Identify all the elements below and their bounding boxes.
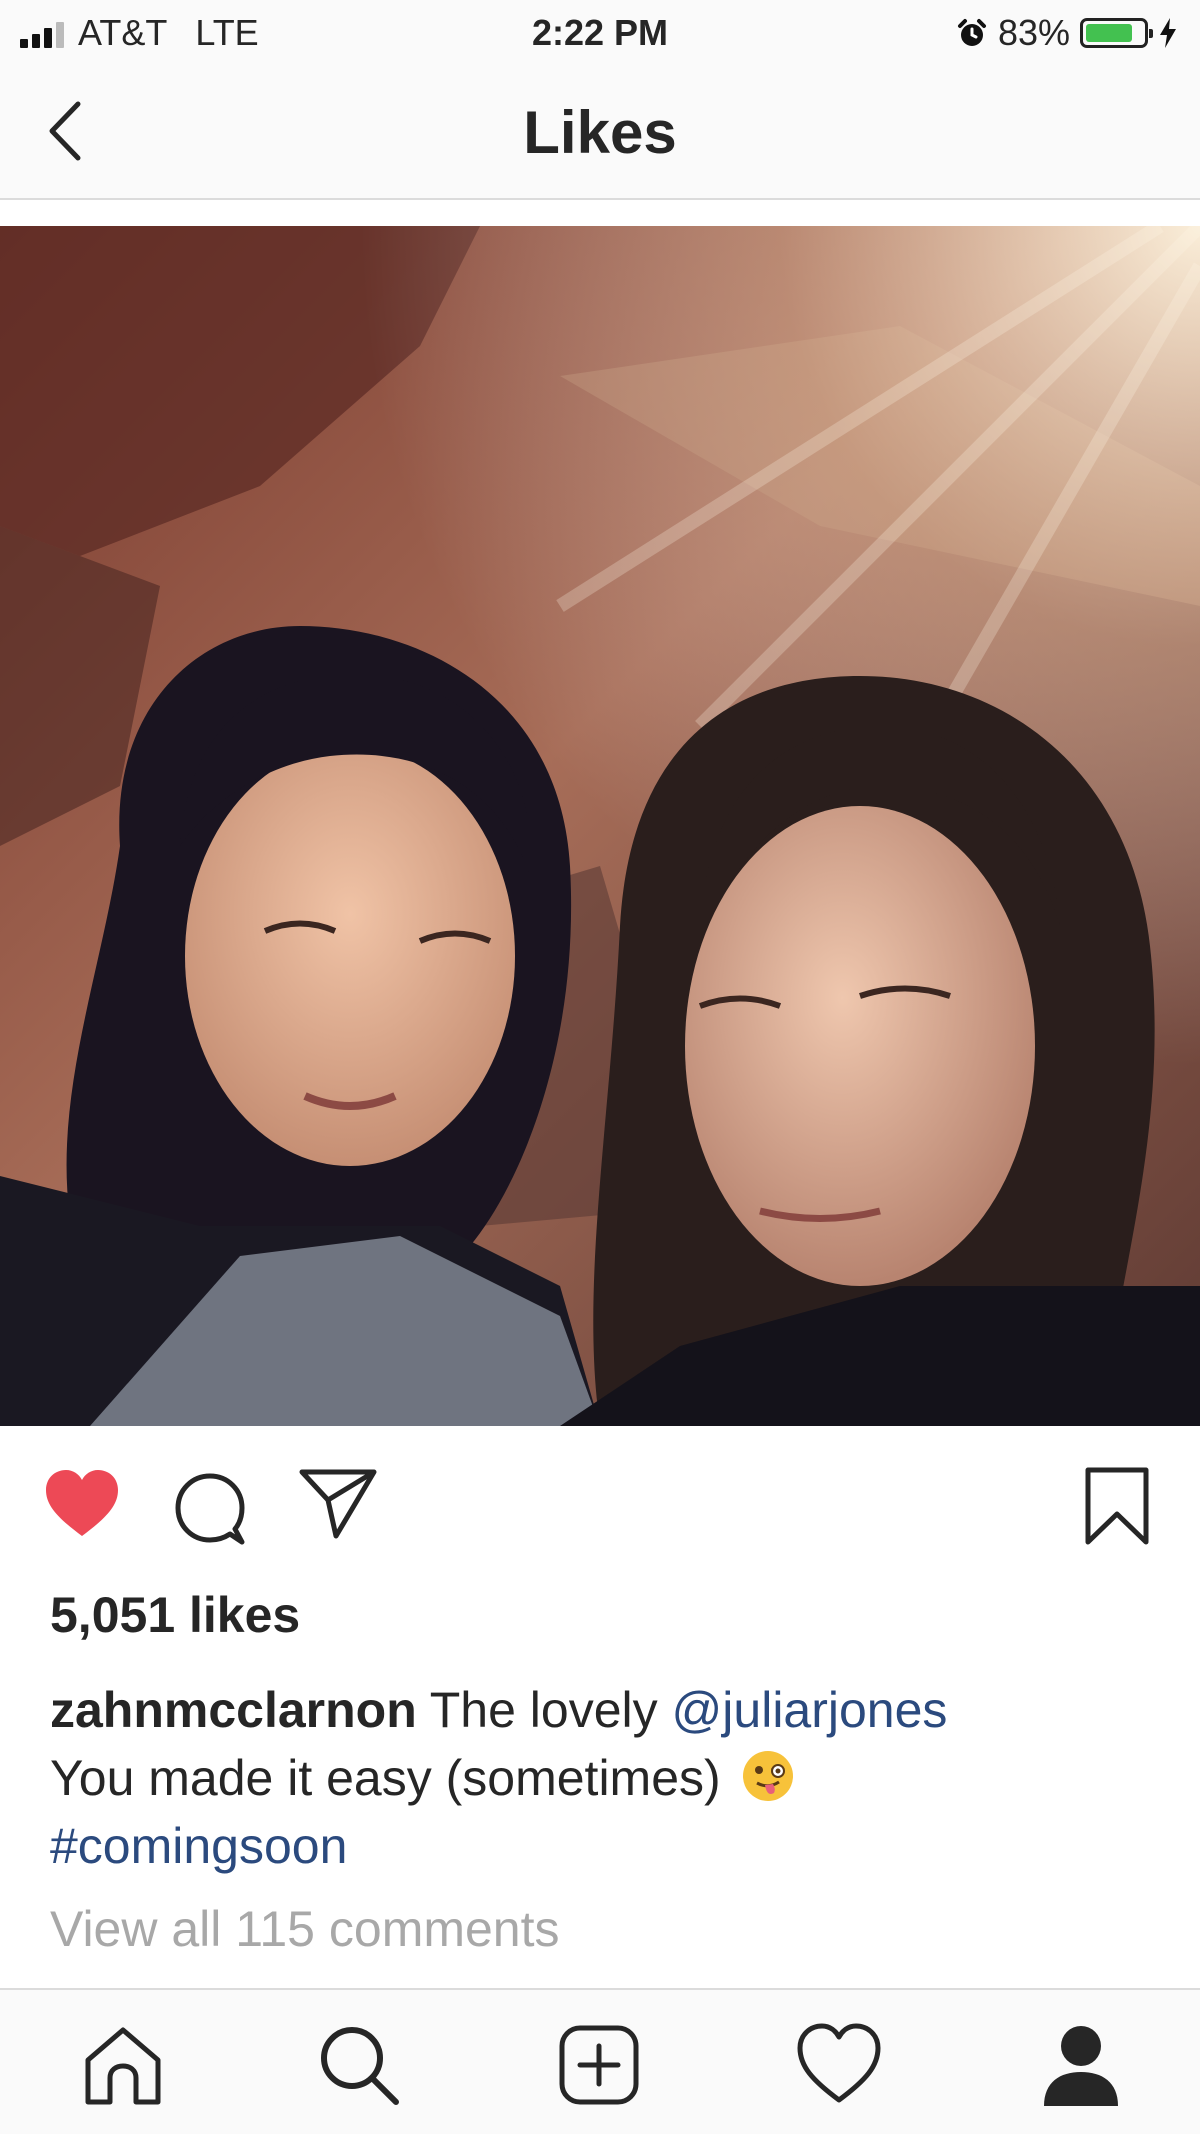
add-icon[interactable]	[554, 2020, 644, 2110]
likes-count[interactable]: 5,051 likes	[50, 1586, 300, 1644]
photo-illustration	[0, 226, 1200, 1426]
caption-hashtag[interactable]: #comingsoon	[50, 1818, 347, 1874]
caption-line2: You made it easy (sometimes)	[50, 1750, 721, 1806]
winking-face-with-tongue-icon	[742, 1751, 793, 1801]
caption-mention[interactable]: @juliarjones	[672, 1682, 948, 1738]
comment-icon[interactable]	[172, 1470, 250, 1548]
caption-username[interactable]: zahnmcclarnon	[50, 1682, 417, 1738]
caption-text: The lovely	[429, 1682, 658, 1738]
alarm-icon	[957, 19, 986, 46]
page-title: Likes	[523, 99, 677, 166]
nav-bar: Likes	[0, 66, 1200, 200]
profile-icon[interactable]	[1036, 2020, 1126, 2110]
view-comments-link[interactable]: View all 115 comments	[50, 1900, 560, 1958]
home-icon[interactable]	[78, 2020, 168, 2110]
battery-percent: 83%	[997, 12, 1070, 53]
battery-icon	[1080, 18, 1153, 48]
heart-icon[interactable]	[44, 1468, 120, 1540]
status-bar: AT&T LTE 2:22 PM 83%	[0, 0, 1200, 66]
activity-heart-icon[interactable]	[794, 2020, 884, 2110]
charging-icon	[1160, 18, 1176, 48]
search-icon[interactable]	[314, 2020, 404, 2110]
status-bar-right: 83%	[956, 12, 1178, 54]
post-photo[interactable]	[0, 226, 1200, 1426]
share-icon[interactable]	[298, 1466, 378, 1540]
tab-bar	[0, 1988, 1200, 2134]
bookmark-icon[interactable]	[1082, 1466, 1152, 1546]
post-caption: zahnmcclarnon The lovely @juliarjones Yo…	[50, 1676, 1160, 1880]
